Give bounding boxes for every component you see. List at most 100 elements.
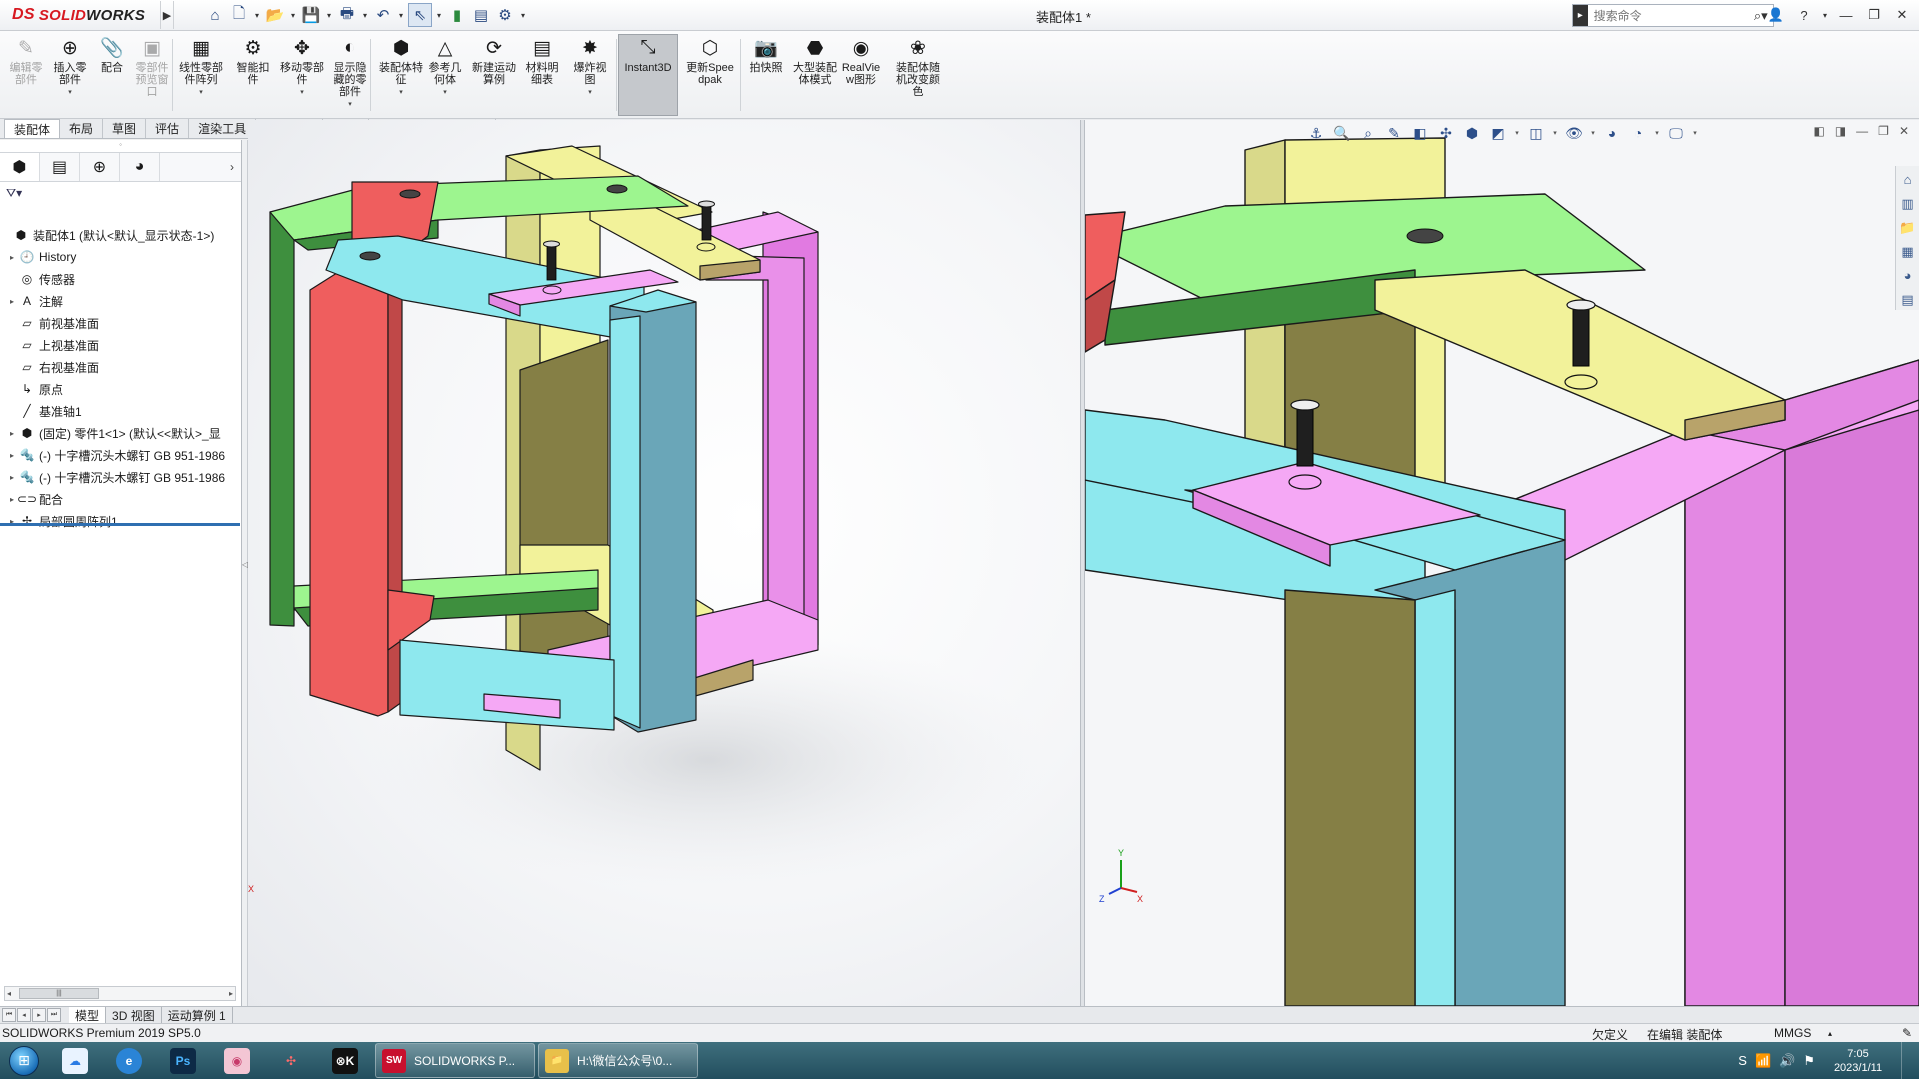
ribbon-dropdown-icon[interactable]: ▾ (588, 88, 592, 96)
ribbon-button-8[interactable]: ⬢ 装配体特征 ▾ (378, 35, 424, 115)
tree-item-4[interactable]: ▱ 上视基准面 (0, 336, 240, 354)
show-desktop-button[interactable] (1901, 1042, 1911, 1079)
view-settings-icon[interactable]: ◔ (1627, 122, 1649, 144)
view-settings-dropdown-icon[interactable]: ▾ (1653, 122, 1661, 144)
ribbon-button-1[interactable]: ⊕ 插入零部件 ▾ (52, 35, 88, 115)
view-orientation-icon[interactable]: ⚓ (1305, 122, 1327, 144)
ribbon-button-10[interactable]: ⟳ 新建运动算例 (472, 35, 516, 115)
screen-dropdown-icon[interactable]: ▾ (1691, 122, 1699, 144)
network-icon[interactable]: 📶 (1755, 1053, 1771, 1069)
ribbon-button-2[interactable]: 📎 配合 (98, 35, 126, 115)
ribbon-dropdown-icon[interactable]: ▾ (348, 100, 352, 108)
display-style-icon[interactable]: ◩ (1487, 122, 1509, 144)
tree-expand-icon[interactable]: ▸ (6, 297, 18, 306)
ribbon-button-12[interactable]: ✸ 爆炸视图 ▾ (570, 35, 610, 115)
edit-appearance-icon[interactable]: 👁 (1563, 122, 1585, 144)
design-library-icon[interactable]: ▥ (1898, 193, 1918, 214)
taskbar-app-capture[interactable]: ⊗K (318, 1043, 372, 1078)
print-icon[interactable]: 🖶 (336, 3, 358, 27)
ribbon-dropdown-icon[interactable]: ▾ (199, 88, 203, 96)
taskbar-window-1[interactable]: 📁 H:\微信公众号\0... (538, 1043, 698, 1078)
red-post[interactable] (309, 265, 389, 717)
clock[interactable]: 7:05 2023/1/11 (1823, 1047, 1893, 1075)
zoom-to-area-icon[interactable]: ⌕ (1357, 122, 1379, 144)
new-icon[interactable]: 🗋 (228, 3, 250, 27)
taskbar-app-ie[interactable]: e (102, 1043, 156, 1078)
customize-icon[interactable]: ✎ (1902, 1026, 1912, 1040)
minimize-icon[interactable]: — (1835, 4, 1857, 26)
feature-tree-tab-icon[interactable]: ⬢ (0, 153, 40, 181)
hide-show-items-icon[interactable]: ◫ (1525, 122, 1547, 144)
ribbon-button-5[interactable]: ⚙ 智能扣件 (236, 35, 270, 115)
hide-show-dropdown-icon[interactable]: ▾ (1551, 122, 1559, 144)
tree-item-9[interactable]: ▸ 🔩 (-) 十字槽沉头木螺钉 GB 951-1986 (0, 446, 240, 464)
tree-root-assembly[interactable]: ⬢ 装配体1 (默认<默认_显示状态-1>) (0, 226, 240, 244)
restore-icon[interactable]: ❐ (1863, 4, 1885, 26)
tree-item-10[interactable]: ▸ 🔩 (-) 十字槽沉头木螺钉 GB 951-1986 (0, 468, 240, 486)
magenta-frame-right[interactable] (1784, 409, 1919, 1006)
rollback-bar[interactable] (0, 523, 240, 526)
undo-icon[interactable]: ↶ (372, 3, 394, 27)
options-icon[interactable]: ⚙ (494, 3, 516, 27)
cm-tab-1[interactable]: 布局 (60, 119, 104, 138)
tree-expand-icon[interactable]: ▸ (6, 473, 18, 482)
ribbon-button-9[interactable]: △ 参考几何体 ▾ (424, 35, 466, 115)
yellow-inner-lower[interactable] (1284, 589, 1416, 1006)
cm-tab-3[interactable]: 评估 (146, 119, 190, 138)
filter-icon[interactable]: ⛛▾ (0, 182, 241, 204)
viewport-restore-icon[interactable]: ❐ (1878, 124, 1889, 138)
taskbar-app-media[interactable]: ◉ (210, 1043, 264, 1078)
ribbon-dropdown-icon[interactable]: ▾ (300, 88, 304, 96)
view-cube-icon[interactable]: ⬢ (1461, 122, 1483, 144)
first-tab-icon[interactable]: ⏮ (2, 1008, 16, 1022)
viewport-tile-left-icon[interactable]: ◧ (1813, 124, 1824, 138)
help-icon[interactable]: ? (1793, 4, 1815, 26)
ribbon-button-17[interactable]: ◉ RealView图形 (838, 35, 884, 115)
file-properties-icon[interactable]: ▤ (470, 3, 492, 27)
dynamic-annotation-icon[interactable]: ✣ (1435, 122, 1457, 144)
green-post-left[interactable] (269, 209, 295, 627)
file-explorer-icon[interactable]: 📁 (1898, 217, 1918, 238)
menu-expand-icon[interactable]: ▶ (160, 1, 174, 29)
taskbar-app-photoshop[interactable]: Ps (156, 1043, 210, 1078)
new-dropdown-icon[interactable]: ▾ (252, 11, 262, 20)
command-search-icon[interactable]: ▸ (1573, 5, 1588, 26)
start-button[interactable]: ⊞ (0, 1042, 48, 1079)
ribbon-button-6[interactable]: ✥ 移动零部件 ▾ (280, 35, 324, 115)
save-icon[interactable]: 💾 (300, 3, 322, 27)
tree-item-0[interactable]: ▸ 🕘 History (0, 248, 240, 266)
magenta-frame-face[interactable] (705, 254, 805, 629)
model-tab-0[interactable]: 模型 (69, 1007, 107, 1023)
graphics-viewport-right[interactable]: Y X Z ⚓ 🔍 ⌕ ✎ ◧ ✣ ⬢ ◩ ▾ ◫ ▾ 👁 ▾ ◕ ◔ ▾ 🖵 ▾ ◧ ◨… (1085, 120, 1919, 1006)
tree-item-7[interactable]: ╱ 基准轴1 (0, 402, 240, 420)
prev-tab-icon[interactable]: ◂ (17, 1008, 31, 1022)
cyan-post-front[interactable] (1414, 589, 1456, 1006)
view-palette-icon[interactable]: ▦ (1898, 241, 1918, 262)
save-dropdown-icon[interactable]: ▾ (324, 11, 334, 20)
tree-expand-icon[interactable]: ▸ (6, 253, 18, 262)
unit-dropdown-icon[interactable]: ▴ (1828, 1029, 1832, 1038)
tree-item-6[interactable]: ↳ 原点 (0, 380, 240, 398)
viewport-minimize-icon[interactable]: — (1856, 124, 1868, 138)
tree-item-3[interactable]: ▱ 前视基准面 (0, 314, 240, 332)
zoom-to-fit-icon[interactable]: 🔍 (1331, 122, 1353, 144)
next-tab-icon[interactable]: ▸ (32, 1008, 46, 1022)
home-icon[interactable]: ⌂ (204, 3, 226, 27)
display-manager-tab-icon[interactable]: ◕ (120, 153, 160, 181)
ribbon-button-13[interactable]: ⤡ Instant3D (618, 34, 678, 116)
scroll-right-icon[interactable]: ▸ (229, 989, 233, 998)
ribbon-dropdown-icon[interactable]: ▾ (443, 88, 447, 96)
taskbar-app-tool[interactable]: ✣ (264, 1043, 318, 1078)
tabs-more-icon[interactable]: › (223, 160, 241, 174)
close-icon[interactable]: ✕ (1891, 4, 1913, 26)
appearance-dropdown-icon[interactable]: ▾ (1589, 122, 1597, 144)
scroll-thumb[interactable]: ||| (19, 988, 99, 999)
ribbon-button-16[interactable]: ⬣ 大型装配体模式 (792, 35, 838, 115)
previous-view-icon[interactable]: ✎ (1383, 122, 1405, 144)
graphics-viewport-left[interactable]: Y X Z (248, 120, 1080, 1006)
tree-item-12[interactable]: ▸ ✢ 局部圆周阵列1 (0, 512, 240, 530)
select-icon[interactable]: ⇖ (408, 3, 432, 27)
traffic-light-icon[interactable]: ▮ (446, 3, 468, 27)
assembly-model-left[interactable]: Y X Z (248, 120, 1080, 1006)
solidworks-resources-icon[interactable]: ⌂ (1898, 169, 1918, 190)
